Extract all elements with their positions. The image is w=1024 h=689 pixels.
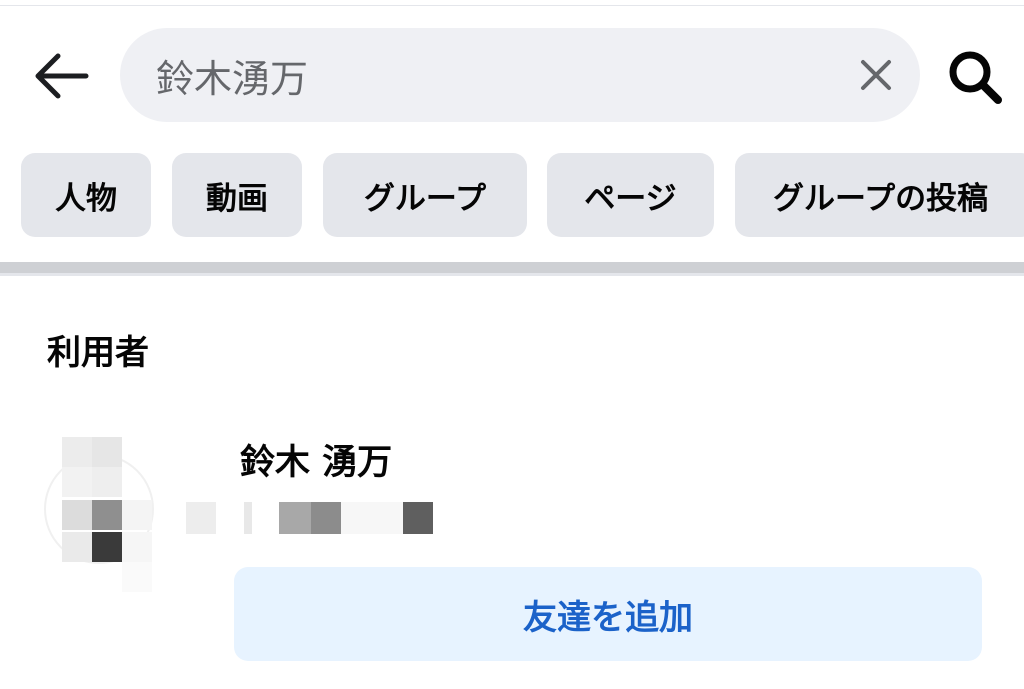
section-separator xyxy=(0,262,1024,276)
magnifier-icon xyxy=(949,51,1002,104)
filter-chips: 人物 動画 グループ ページ グループの投稿 xyxy=(21,153,1024,237)
obscured-block xyxy=(186,502,216,534)
obscured-block xyxy=(311,502,341,534)
avatar-pixel xyxy=(62,500,92,530)
section-title: 利用者 xyxy=(47,333,149,373)
chip-pages[interactable]: ページ xyxy=(547,153,714,237)
chip-groups[interactable]: グループ xyxy=(323,153,527,237)
avatar-pixel xyxy=(62,532,92,562)
avatar-pixel xyxy=(122,500,152,530)
avatar-pixel xyxy=(62,467,92,497)
back-button[interactable] xyxy=(30,48,94,104)
close-icon xyxy=(861,60,891,90)
obscured-block xyxy=(279,502,311,534)
obscured-block xyxy=(244,502,252,534)
search-bar xyxy=(120,28,920,122)
avatar-pixel xyxy=(122,532,152,562)
avatar-pixel xyxy=(92,500,122,530)
avatar[interactable] xyxy=(40,432,170,592)
obscured-block xyxy=(341,502,403,534)
chip-people[interactable]: 人物 xyxy=(21,153,151,237)
search-input[interactable] xyxy=(156,28,836,122)
arrow-left-icon xyxy=(35,53,89,99)
chip-group-posts[interactable]: グループの投稿 xyxy=(735,153,1024,237)
person-subtitle-obscured xyxy=(186,496,446,536)
clear-search-button[interactable] xyxy=(856,55,896,95)
avatar-pixel xyxy=(122,562,152,592)
obscured-block xyxy=(403,502,433,534)
add-friend-button[interactable]: 友達を追加 xyxy=(234,567,982,661)
avatar-pixel xyxy=(92,467,122,497)
person-name[interactable]: 鈴木 湧万 xyxy=(240,434,392,485)
avatar-pixel xyxy=(62,437,92,467)
avatar-pixel xyxy=(92,437,122,467)
search-button[interactable] xyxy=(946,48,1006,108)
chip-videos[interactable]: 動画 xyxy=(172,153,302,237)
top-divider xyxy=(0,0,1024,6)
avatar-pixel xyxy=(92,532,122,562)
